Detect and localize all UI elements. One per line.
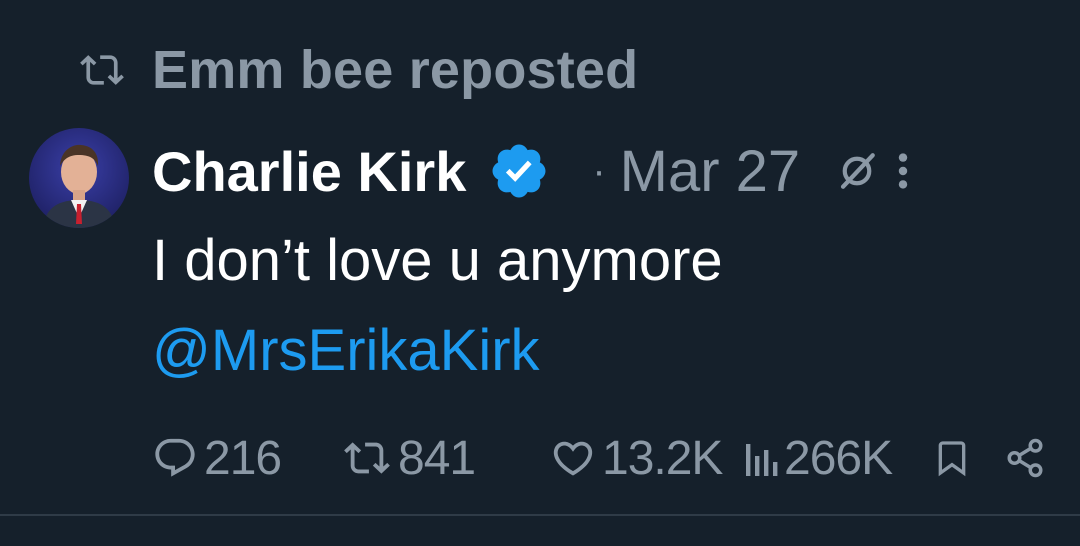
divider: [0, 514, 1080, 516]
like-button[interactable]: 13.2K: [550, 428, 723, 488]
repost-button[interactable]: 841: [342, 428, 476, 488]
bookmark-icon: [938, 441, 966, 477]
views-icon: [746, 444, 778, 476]
repost-count: 841: [398, 431, 476, 485]
heart-icon: [553, 441, 593, 476]
mention-link[interactable]: @MrsErikaKirk: [152, 316, 540, 386]
more-options-icon[interactable]: [896, 148, 910, 194]
share-button[interactable]: [1004, 428, 1046, 488]
repost-action-icon: [344, 442, 390, 474]
repost-header[interactable]: Emm bee reposted: [80, 38, 638, 102]
tweet-header: Charlie Kirk · Mar 27: [152, 136, 910, 206]
bookmark-button[interactable]: [932, 428, 972, 488]
action-bar: 216 841 13.2K 266K: [152, 428, 1052, 488]
author-name[interactable]: Charlie Kirk: [152, 139, 466, 204]
reply-button[interactable]: 216: [152, 428, 282, 488]
share-icon: [1007, 438, 1043, 478]
reply-icon: [155, 438, 195, 477]
repost-label[interactable]: Emm bee reposted: [152, 39, 638, 101]
verified-badge-icon[interactable]: [488, 140, 550, 202]
views-count: 266K: [784, 431, 893, 485]
avatar-image: [29, 128, 129, 228]
repost-icon: [80, 55, 124, 85]
grok-icon[interactable]: [836, 150, 878, 192]
avatar[interactable]: [29, 128, 129, 228]
like-count: 13.2K: [602, 431, 723, 485]
tweet-body: I don’t love u anymore: [152, 228, 723, 293]
views-button[interactable]: 266K: [744, 428, 893, 488]
separator-dot: ·: [592, 148, 606, 193]
tweet-date[interactable]: Mar 27: [620, 138, 801, 205]
reply-count: 216: [204, 431, 282, 485]
